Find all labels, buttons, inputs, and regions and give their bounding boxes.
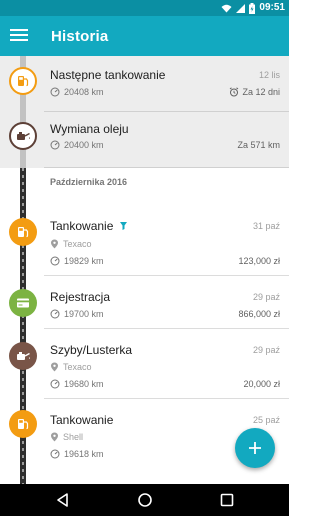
- entry-refuel-odometer-value: 19829 km: [64, 256, 104, 266]
- registration-card-icon: [9, 289, 37, 317]
- add-entry-button[interactable]: [235, 428, 275, 468]
- entry-refuel-title: Tankowanie: [50, 219, 114, 233]
- entry-registration-date: 29 paź: [252, 292, 280, 302]
- entry-registration-amount: 866,000 zł: [238, 309, 280, 319]
- plus-icon: [249, 442, 261, 454]
- entry-refuel-shell-date: 25 paź: [252, 415, 280, 425]
- upcoming-oil-title: Wymiana oleju: [50, 122, 129, 136]
- page-title: Historia: [51, 28, 109, 45]
- entry-refuel-date: 31 paź: [252, 221, 280, 231]
- speedometer-icon: [50, 379, 60, 389]
- full-tank-icon: [120, 222, 128, 230]
- entry-refuel-shell-station: Shell: [50, 432, 83, 442]
- wifi-icon: [221, 4, 232, 13]
- entry-windows-odometer-value: 19680 km: [64, 379, 104, 389]
- entry-refuel-title-wrap: Tankowanie: [50, 219, 128, 233]
- battery-charging-icon: [249, 2, 256, 14]
- upcoming-refuel-date: 12 lis: [258, 70, 280, 80]
- upcoming-oil-odometer: 20400 km: [50, 140, 104, 150]
- entry-windows-amount: 20,000 zł: [243, 379, 280, 389]
- entry-refuel-station-value: Texaco: [63, 239, 92, 249]
- recents-icon[interactable]: [219, 492, 235, 508]
- entry-registration-title: Rejestracja: [50, 290, 111, 304]
- upcoming-refuel-odometer-value: 20408 km: [64, 87, 104, 97]
- alarm-clock-icon: [230, 87, 239, 97]
- fuel-pump-icon: [9, 218, 37, 246]
- status-bar: 09:51: [0, 0, 289, 16]
- location-pin-icon: [51, 432, 58, 442]
- fuel-pump-icon: [9, 410, 37, 438]
- upcoming-refuel-title: Następne tankowanie: [50, 68, 166, 82]
- speedometer-icon: [50, 87, 60, 97]
- upcoming-refuel-row[interactable]: [0, 56, 289, 112]
- entry-registration-odometer-value: 19700 km: [64, 309, 104, 319]
- entry-refuel-odometer: 19829 km: [50, 256, 104, 266]
- speedometer-icon: [50, 309, 60, 319]
- speedometer-icon: [50, 140, 60, 150]
- entry-windows-odometer: 19680 km: [50, 379, 104, 389]
- location-pin-icon: [51, 362, 58, 372]
- entry-registration-odometer: 19700 km: [50, 309, 104, 319]
- signal-icon: [236, 3, 246, 13]
- speedometer-icon: [50, 449, 60, 459]
- location-pin-icon: [51, 239, 58, 249]
- system-navigation-bar: [0, 484, 289, 516]
- entry-row-registration[interactable]: [0, 276, 289, 329]
- month-section-header: Października 2016: [50, 177, 128, 187]
- status-time: 09:51: [259, 2, 285, 13]
- entry-refuel-shell-station-value: Shell: [63, 432, 84, 442]
- upcoming-refuel-due-value: Za 12 dni: [242, 87, 280, 97]
- upcoming-oil-due: Za 571 km: [237, 140, 280, 150]
- entry-refuel-shell-odometer-value: 19618 km: [64, 449, 104, 459]
- entry-refuel-station: Texaco: [50, 239, 92, 249]
- fuel-pump-icon: [9, 67, 37, 95]
- oil-can-icon: [9, 122, 37, 150]
- entry-windows-date: 29 paź: [252, 345, 280, 355]
- upcoming-refuel-due: Za 12 dni: [229, 87, 280, 97]
- app-bar: Historia: [0, 16, 289, 56]
- entry-refuel-shell-odometer: 19618 km: [50, 449, 104, 459]
- upcoming-oil-due-value: Za 571 km: [237, 140, 280, 150]
- hamburger-menu-icon[interactable]: [10, 27, 28, 45]
- back-icon[interactable]: [55, 492, 71, 508]
- entry-windows-station-value: Texaco: [63, 362, 92, 372]
- history-list[interactable]: Następne tankowanie 12 lis 20408 km Za 1…: [0, 56, 289, 484]
- oil-can-icon: [9, 342, 37, 370]
- entry-windows-station: Texaco: [50, 362, 92, 372]
- entry-refuel-shell-title: Tankowanie: [50, 413, 114, 427]
- entry-refuel-amount: 123,000 zł: [238, 256, 280, 266]
- home-icon[interactable]: [137, 492, 153, 508]
- entry-windows-title: Szyby/Lusterka: [50, 343, 133, 357]
- speedometer-icon: [50, 256, 60, 266]
- upcoming-refuel-odometer: 20408 km: [50, 87, 104, 97]
- upcoming-oil-odometer-value: 20400 km: [64, 140, 104, 150]
